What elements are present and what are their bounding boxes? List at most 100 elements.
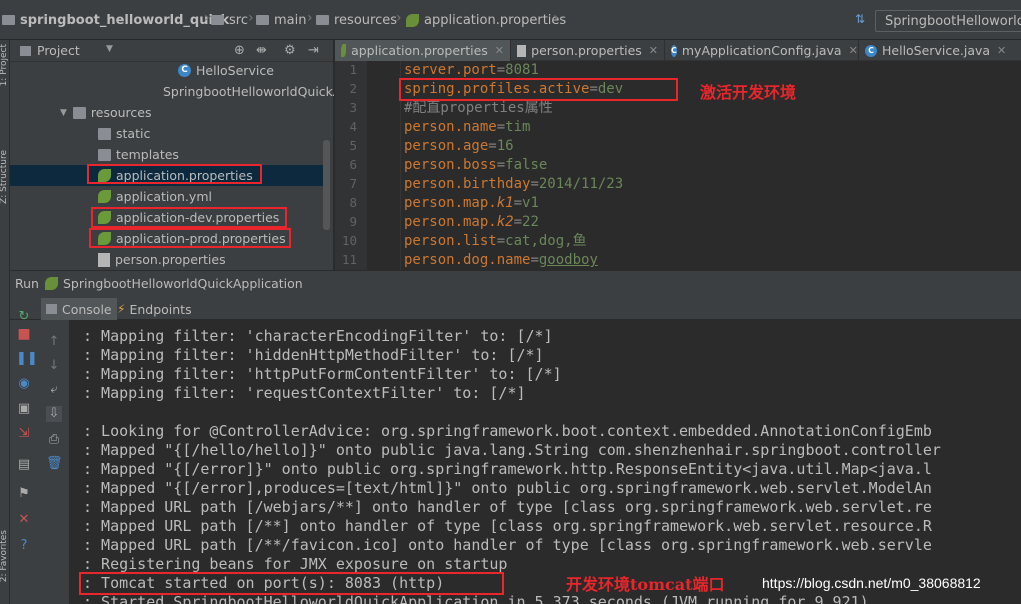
- breadcrumb-separator: ›: [248, 10, 254, 26]
- tab-application-properties[interactable]: application.properties ✕: [335, 40, 511, 61]
- code-line: person.dog.name=goodboy: [404, 252, 598, 268]
- chevron-down-icon[interactable]: ▼: [106, 44, 113, 54]
- close-icon[interactable]: ✕: [16, 512, 32, 528]
- run-panel-header: Run SpringbootHelloworldQuickApplication: [10, 270, 1021, 296]
- expand-triangle-icon[interactable]: ▼: [60, 108, 67, 118]
- sort-icon[interactable]: ⇅: [855, 12, 865, 26]
- console-line: : Mapped "{[/hello/hello]}" onto public …: [83, 441, 941, 459]
- tree-item[interactable]: application.properties: [98, 165, 253, 186]
- tree-item[interactable]: ▼ resources: [60, 102, 152, 123]
- code-line: person.age=16: [404, 138, 514, 154]
- hide-icon[interactable]: ⇥: [308, 43, 319, 58]
- run-toolbar: ↻ ■ ❚❚ ◉ ▣ ⇲ ▤ ⚑ ✕ ?: [10, 309, 40, 604]
- gear-icon[interactable]: ⚙: [284, 43, 296, 58]
- line-number: 2: [349, 81, 357, 96]
- close-icon[interactable]: ✕: [495, 44, 504, 57]
- spring-leaf-icon: [406, 13, 419, 27]
- dump-threads-icon[interactable]: ◉: [16, 376, 32, 392]
- run-configuration-select[interactable]: SpringbootHelloworldQuickApplication: [875, 10, 1021, 32]
- endpoints-icon: ⚡: [117, 302, 126, 316]
- close-icon[interactable]: ✕: [997, 44, 1006, 57]
- tab-helloservice[interactable]: C HelloService.java ✕: [859, 40, 1021, 61]
- tool-window-strip: 1: Project Z: Structure 2: Favorites: [0, 40, 10, 604]
- navigation-bar: springboot_helloworld_quick › src › main…: [0, 0, 1021, 40]
- tree-item[interactable]: person.properties: [98, 249, 226, 270]
- arrow-down-icon[interactable]: ↓: [46, 358, 62, 374]
- console-line: : Registering beans for JMX exposure on …: [83, 555, 508, 573]
- code-line: person.boss=false: [404, 157, 548, 173]
- class-icon: C: [671, 44, 677, 57]
- breadcrumb-project[interactable]: springboot_helloworld_quick: [2, 11, 229, 29]
- line-number: 1: [349, 62, 357, 77]
- folder-icon: [98, 127, 111, 140]
- breadcrumb-resources[interactable]: resources: [316, 11, 397, 29]
- line-number: 9: [349, 214, 357, 229]
- console-line: : Mapping filter: 'requestContextFilter'…: [83, 384, 526, 402]
- scroll-to-end-icon[interactable]: ⇩: [46, 406, 62, 422]
- line-number: 4: [349, 119, 357, 134]
- project-scrollbar[interactable]: [323, 140, 330, 230]
- folder-icon: [98, 148, 111, 161]
- tree-item[interactable]: application-dev.properties: [98, 207, 279, 228]
- project-tool-tab[interactable]: 1: Project: [0, 44, 9, 86]
- tree-item[interactable]: C HelloService: [178, 60, 274, 81]
- soft-wrap-icon[interactable]: ⤶: [46, 382, 62, 398]
- folder-icon: [256, 15, 269, 25]
- breadcrumb-separator: ›: [396, 10, 402, 26]
- line-number: 8: [349, 195, 357, 210]
- line-number: 7: [349, 176, 357, 191]
- folder-icon: [316, 15, 329, 25]
- console-icon: [46, 304, 57, 314]
- structure-tool-tab[interactable]: Z: Structure: [0, 150, 9, 204]
- layout-icon[interactable]: ▤: [16, 457, 32, 473]
- console-output[interactable]: : Mapping filter: 'characterEncodingFilt…: [71, 320, 1021, 604]
- stop-icon[interactable]: ■: [16, 326, 32, 342]
- trash-icon[interactable]: 🗑: [46, 456, 63, 472]
- print-icon[interactable]: ⎙: [46, 432, 62, 448]
- tree-item[interactable]: static: [98, 123, 150, 144]
- favorites-tool-tab[interactable]: 2: Favorites: [0, 530, 9, 582]
- breadcrumb-main[interactable]: main: [256, 11, 306, 29]
- tab-myapplicationconfig[interactable]: CmyApplicationConfig.java ✕: [665, 40, 859, 61]
- pause-icon[interactable]: ❚❚: [16, 351, 38, 367]
- collapse-icon[interactable]: ⇼: [256, 43, 267, 58]
- spring-leaf-icon: [341, 44, 347, 57]
- close-icon[interactable]: ✕: [849, 44, 858, 57]
- close-icon[interactable]: ✕: [649, 44, 658, 57]
- code-line: person.map.k1=v1: [404, 195, 539, 211]
- tree-item[interactable]: application-prod.properties: [98, 228, 286, 249]
- console-line: : Mapped "{[/error],produces=[text/html]…: [83, 479, 932, 497]
- tab-endpoints[interactable]: ⚡ Endpoints: [112, 298, 197, 320]
- folder-icon: [72, 106, 86, 119]
- console-toolbar: ↑ ↓ ⤶ ⇩ ⎙ 🗑: [40, 320, 70, 604]
- rerun-icon[interactable]: ↻: [16, 309, 32, 325]
- tab-console[interactable]: Console: [41, 298, 117, 320]
- tree-item[interactable]: application.yml: [98, 186, 212, 207]
- spring-leaf-icon: [98, 211, 111, 224]
- folder-icon: [211, 15, 224, 25]
- annotation-activate-dev: 激活开发环境: [700, 83, 797, 102]
- camera-icon[interactable]: ▣: [16, 401, 32, 417]
- tree-item[interactable]: SpringbootHelloworldQuickApplication: [158, 81, 334, 102]
- breadcrumb-src[interactable]: src: [211, 11, 248, 29]
- project-view-select[interactable]: Project: [37, 43, 80, 58]
- line-number: 10: [341, 233, 357, 248]
- fold-column: [400, 61, 401, 270]
- locate-icon[interactable]: ⊕: [234, 43, 245, 58]
- code-editor[interactable]: server.port=8081 spring.profiles.active=…: [367, 61, 1021, 270]
- project-icon: [20, 45, 31, 56]
- breadcrumb-file[interactable]: application.properties: [406, 11, 566, 29]
- pin-icon[interactable]: ⚑: [16, 486, 32, 502]
- tree-item[interactable]: templates: [98, 144, 179, 165]
- tab-person-properties[interactable]: person.properties ✕: [511, 40, 665, 61]
- breadcrumb-separator: ›: [307, 10, 313, 26]
- code-line: spring.profiles.active=dev: [404, 81, 624, 97]
- arrow-up-icon[interactable]: ↑: [46, 334, 62, 350]
- breadcrumb-separator: ›: [553, 10, 559, 26]
- help-icon[interactable]: ?: [16, 538, 32, 554]
- exit-icon[interactable]: ⇲: [16, 426, 32, 442]
- code-line: person.name=tim: [404, 119, 531, 135]
- run-tab-bar: Console ⚡ Endpoints: [10, 296, 1021, 320]
- code-line: person.list=cat,dog,鱼: [404, 233, 587, 249]
- console-line: : Mapping filter: 'hiddenHttpMethodFilte…: [83, 346, 544, 364]
